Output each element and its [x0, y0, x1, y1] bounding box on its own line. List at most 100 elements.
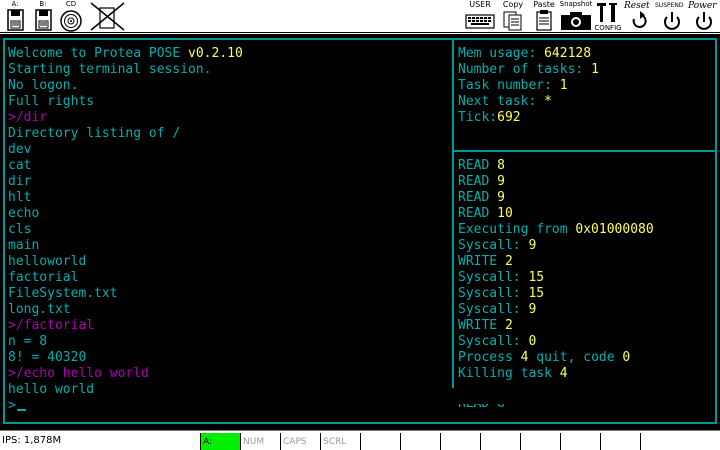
output-line: cat [8, 158, 32, 173]
log-row-label: Syscall: [458, 238, 529, 253]
log-row-value: 8 [497, 158, 505, 173]
status-indicator [640, 433, 720, 450]
output-line: long.txt [8, 302, 71, 317]
log-row-label: Syscall: [458, 270, 529, 285]
user-label: USER [469, 0, 491, 9]
drive-a-button[interactable]: A: [2, 0, 28, 33]
cd-drive-button[interactable]: CD [58, 0, 84, 33]
log-row-value: 9 [497, 190, 505, 205]
disabled-drive-button[interactable] [86, 0, 130, 33]
prompt-line[interactable]: > [8, 398, 243, 414]
drive-b-button[interactable]: B: [30, 0, 56, 33]
status-indicator: CAPS [280, 433, 320, 450]
output-line: 8! = 40320 [8, 350, 87, 365]
log-row: Syscall: 15 [458, 270, 654, 286]
log-row-value: 15 [528, 270, 545, 285]
log-row: WRITE 2 [458, 318, 654, 334]
text-cursor [16, 409, 26, 411]
output-line: Directory listing of / [8, 126, 181, 141]
log-row-label: Syscall: [458, 302, 529, 317]
welcome-line: Welcome to Protea POSE v0.2.10 [8, 46, 243, 62]
suspend-button[interactable] [658, 0, 686, 33]
suspend-icon [664, 12, 680, 30]
status-indicator [600, 433, 640, 450]
clipboard-icon [536, 10, 552, 31]
version-text: v0.2.10 [188, 46, 243, 61]
emulator-screen[interactable]: Welcome to Protea POSE v0.2.10 Starting … [0, 34, 720, 430]
log-row: Executing from 0x01000080 [458, 222, 654, 238]
copy-label: Copy [502, 0, 524, 9]
output-line: hello world [8, 382, 95, 397]
prompt-symbol: > [8, 398, 16, 413]
log-row-value: 0 [528, 334, 537, 349]
copy-button[interactable]: Copy [498, 0, 528, 33]
log-row: Killing task 4 [458, 366, 654, 382]
cd-icon [60, 10, 82, 32]
stat-row: Mem usage: 642128 [458, 46, 599, 62]
output-line: hlt [8, 190, 32, 205]
log-row-label: READ [458, 158, 498, 173]
output-line: helloworld [8, 254, 87, 269]
stat-row-value: 642128 [544, 46, 592, 61]
output-line: Starting terminal session. [8, 62, 212, 77]
stat-row-label: Mem usage: [458, 46, 545, 61]
log-row: Syscall: 15 [458, 286, 654, 302]
output-line: factorial [8, 270, 79, 285]
log-row: WRITE 2 [458, 254, 654, 270]
log-row: Syscall: 9 [458, 238, 654, 254]
stat-row-value: 692 [497, 110, 521, 125]
stat-row: Task number: 1 [458, 78, 599, 94]
stat-row: Next task: * [458, 94, 599, 110]
stat-row-value: * [544, 94, 552, 109]
status-indicator [560, 433, 600, 450]
status-indicator [400, 433, 440, 450]
reset-button[interactable] [626, 0, 654, 33]
power-icon [696, 12, 712, 30]
log-row-label: Executing from [458, 222, 576, 237]
log-row-label: READ [458, 190, 498, 205]
floppy-disk-icon [35, 9, 52, 31]
reset-icon [632, 11, 647, 28]
log-row-label: READ [458, 206, 498, 221]
status-indicator [480, 433, 520, 450]
log-row-label: WRITE [458, 318, 505, 333]
command-line: >/echo hello world [8, 366, 149, 381]
log-row-value: 9 [528, 238, 537, 253]
output-line: dir [8, 174, 32, 189]
paste-label: Paste [533, 0, 555, 9]
camera-icon [561, 12, 591, 30]
log-row: READ 8 [458, 158, 654, 174]
copy-icon [503, 11, 522, 31]
log-row-value: 0x01000080 [575, 222, 654, 237]
log-row-value: 10 [497, 206, 513, 221]
stat-row: Tick:692 [458, 110, 599, 126]
log-row: Syscall: 0 [458, 334, 654, 350]
keyboard-icon [465, 14, 495, 29]
stat-row-label: Next task: [458, 94, 545, 109]
terminal-output: Welcome to Protea POSE v0.2.10 Starting … [8, 46, 243, 414]
output-line: No logon. [8, 78, 79, 93]
disabled-drive-icon [90, 2, 125, 31]
output-line: dev [8, 142, 32, 157]
stat-row: Number of tasks: 1 [458, 62, 599, 78]
stat-row-value: 1 [591, 62, 599, 77]
syscall-log-panel: READ 8 READ 9 READ 9 READ 10 Executing from … [458, 158, 654, 382]
log-row: READ 10 [458, 206, 654, 222]
output-line: FileSystem.txt [8, 286, 118, 301]
snapshot-button[interactable]: Snapshot [558, 0, 594, 33]
log-row-value: 0 [622, 350, 631, 365]
status-indicator: NUM [240, 433, 280, 450]
config-button[interactable]: CONFIG [594, 0, 622, 33]
log-row-value: 9 [528, 302, 537, 317]
output-line: Full rights [8, 94, 95, 109]
log-row-label: READ [458, 174, 498, 189]
status-indicator: SCRL [320, 433, 360, 450]
power-button[interactable] [690, 0, 718, 33]
log-row-label: Process [458, 350, 521, 365]
log-row-value: 2 [504, 254, 513, 269]
panel-divider-horizontal [454, 150, 717, 152]
log-row-label: Killing task [458, 366, 560, 381]
user-keyboard-button[interactable]: USER [464, 0, 496, 33]
system-stats-panel: Mem usage: 642128 Number of tasks: 1 Task … [458, 46, 599, 126]
paste-button[interactable]: Paste [530, 0, 558, 33]
